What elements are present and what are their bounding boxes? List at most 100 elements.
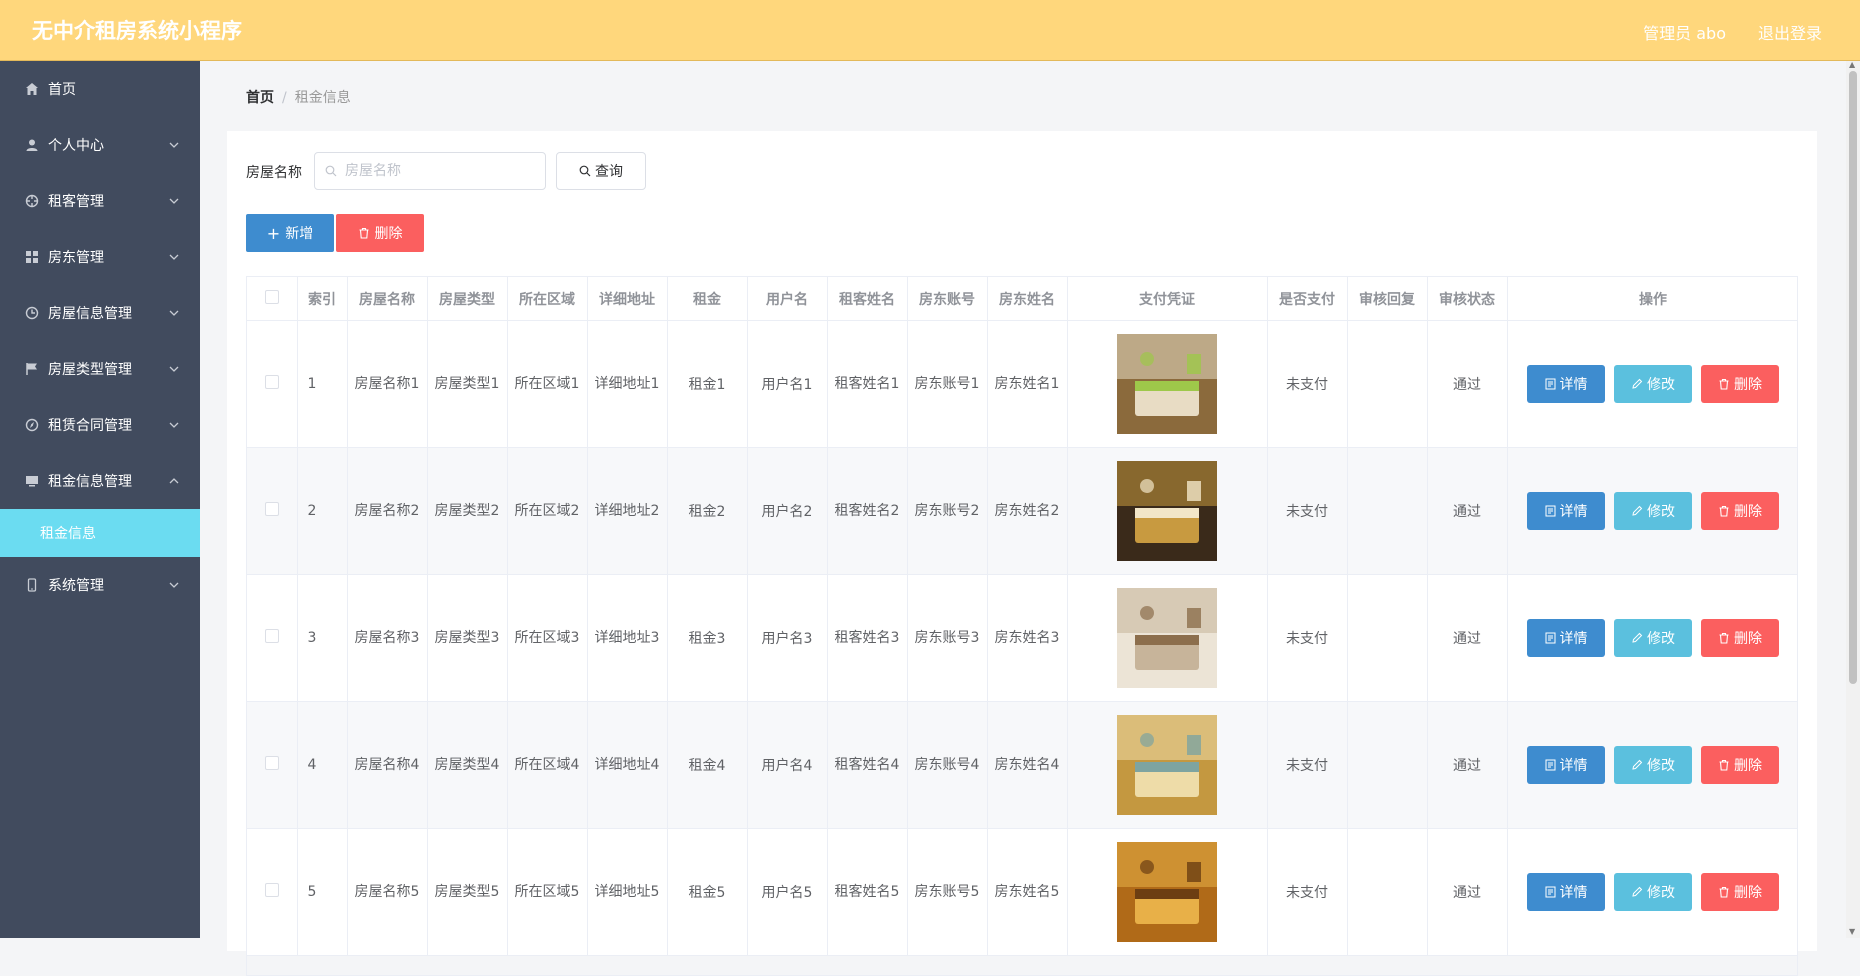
- header-select-all[interactable]: [247, 277, 298, 321]
- row-checkbox[interactable]: [264, 502, 279, 516]
- cell-type: 房屋类型3: [427, 574, 508, 702]
- delete-button[interactable]: 删除: [1701, 746, 1779, 784]
- edit-icon: [1632, 505, 1643, 516]
- cell-status: 通过: [1427, 828, 1508, 956]
- sidebar-item-tenant[interactable]: 租客管理: [0, 173, 200, 229]
- cell-select[interactable]: [247, 574, 298, 702]
- cell-actions: 详情 修改 删除: [1507, 828, 1797, 956]
- edit-button[interactable]: 修改: [1614, 873, 1692, 911]
- payment-proof-image[interactable]: [1117, 334, 1217, 434]
- cell-address: 详细地址3: [587, 574, 668, 702]
- detail-button[interactable]: 详情: [1527, 746, 1605, 784]
- current-user: 管理员 abo: [1643, 24, 1726, 43]
- cell-name: 房屋名称5: [347, 828, 428, 956]
- detail-button[interactable]: 详情: [1527, 365, 1605, 403]
- column-header: 所在区域: [507, 277, 588, 321]
- payment-proof-image[interactable]: [1117, 715, 1217, 815]
- search-input[interactable]: [343, 162, 537, 180]
- payment-proof-image[interactable]: [1117, 461, 1217, 561]
- document-icon: [1545, 886, 1555, 898]
- phone-icon: [24, 577, 40, 593]
- cell-select[interactable]: [247, 701, 298, 829]
- breadcrumb: 首页 / 租金信息: [246, 87, 351, 107]
- sidebar-item-landlord[interactable]: 房东管理: [0, 229, 200, 285]
- table-row: 3 房屋名称3 房屋类型3 所在区域3 详细地址3 租金3 用户名3 租客姓名3 房东账号3 房东…: [247, 574, 1797, 702]
- cell-select[interactable]: [247, 828, 298, 956]
- payment-proof-image[interactable]: [1117, 588, 1217, 688]
- cell-address: 详细地址5: [587, 828, 668, 956]
- delete-button[interactable]: 删除: [1701, 873, 1779, 911]
- edit-button[interactable]: 修改: [1614, 365, 1692, 403]
- cell-type: 房屋类型4: [427, 701, 508, 829]
- sidebar-subitem-rent-info[interactable]: 租金信息: [0, 509, 200, 557]
- table-header-row: 索引 房屋名称 房屋类型 所在区域 详细地址 租金 用户名 租客姓名 房东账号 …: [247, 277, 1797, 321]
- chevron-down-icon: [169, 142, 179, 148]
- chevron-down-icon: [169, 310, 179, 316]
- cell-name: 房屋名称2: [347, 447, 428, 575]
- row-checkbox[interactable]: [264, 883, 279, 897]
- breadcrumb-separator: /: [282, 90, 287, 106]
- row-checkbox[interactable]: [264, 629, 279, 643]
- app-title: 无中介租房系统小程序: [32, 19, 242, 43]
- cell-paid: 未支付: [1267, 574, 1348, 702]
- cell-actions: 详情 修改 删除: [1507, 701, 1797, 829]
- page-scrollbar[interactable]: ▲ ▼: [1846, 61, 1860, 938]
- detail-button[interactable]: 详情: [1527, 619, 1605, 657]
- cell-payment-proof: [1067, 574, 1268, 702]
- sidebar-item-label: 系统管理: [48, 578, 104, 594]
- cell-status: 通过: [1427, 574, 1508, 702]
- edit-button[interactable]: 修改: [1614, 492, 1692, 530]
- cell-type: 房屋类型1: [427, 320, 508, 448]
- monitor-icon: [24, 473, 40, 489]
- query-button[interactable]: 查询: [556, 152, 646, 190]
- scroll-up-icon[interactable]: ▲: [1849, 61, 1857, 69]
- chevron-down-icon: [169, 366, 179, 372]
- row-checkbox[interactable]: [264, 375, 279, 389]
- column-header: 房东姓名: [987, 277, 1068, 321]
- delete-button[interactable]: 删除: [1701, 492, 1779, 530]
- cell-tenant: 租客姓名5: [827, 828, 908, 956]
- edit-button[interactable]: 修改: [1614, 619, 1692, 657]
- detail-button[interactable]: 详情: [1527, 873, 1605, 911]
- add-button[interactable]: + 新增: [246, 214, 334, 252]
- logout-link[interactable]: 退出登录: [1758, 20, 1822, 44]
- breadcrumb-home[interactable]: 首页: [246, 90, 274, 106]
- payment-proof-image[interactable]: [1117, 842, 1217, 942]
- sidebar-item-rent[interactable]: 租金信息管理: [0, 453, 200, 509]
- sidebar-item-system[interactable]: 系统管理: [0, 557, 200, 613]
- document-icon: [1545, 759, 1555, 771]
- delete-button[interactable]: 删除: [1701, 365, 1779, 403]
- search-field[interactable]: [314, 152, 546, 190]
- sidebar-item-label: 租赁合同管理: [48, 418, 132, 434]
- sidebar-item-home[interactable]: 首页: [0, 61, 200, 117]
- column-header: 房屋名称: [347, 277, 428, 321]
- delete-button[interactable]: 删除: [1701, 619, 1779, 657]
- sidebar-item-house-info[interactable]: 房屋信息管理: [0, 285, 200, 341]
- query-button-label: 查询: [595, 164, 623, 180]
- cell-select[interactable]: [247, 320, 298, 448]
- cell-landlord_account: 房东账号4: [907, 701, 988, 829]
- cell-payment-proof: [1067, 447, 1268, 575]
- chevron-down-icon: [169, 254, 179, 260]
- sidebar-item-contract[interactable]: 租赁合同管理: [0, 397, 200, 453]
- edit-icon: [1632, 886, 1643, 897]
- column-header: 租金: [667, 277, 748, 321]
- cell-index: 3: [297, 574, 348, 702]
- row-checkbox[interactable]: [264, 756, 279, 770]
- content-panel: 房屋名称 查询 + 新增 删除: [227, 131, 1817, 976]
- sidebar-item-profile[interactable]: 个人中心: [0, 117, 200, 173]
- cell-address: 详细地址2: [587, 447, 668, 575]
- cell-landlord_account: 房东账号5: [907, 828, 988, 956]
- scroll-down-icon[interactable]: ▼: [1849, 928, 1857, 936]
- detail-button[interactable]: 详情: [1527, 492, 1605, 530]
- table-row: 4 房屋名称4 房屋类型4 所在区域4 详细地址4 租金4 用户名4 租客姓名4 房东账号4 房东…: [247, 701, 1797, 829]
- scroll-thumb[interactable]: [1849, 71, 1857, 684]
- cell-payment-proof: [1067, 828, 1268, 956]
- sidebar-item-label: 首页: [48, 82, 76, 98]
- detail-button-label: 详情: [1559, 377, 1588, 393]
- edit-button[interactable]: 修改: [1614, 746, 1692, 784]
- select-all-checkbox[interactable]: [264, 289, 279, 304]
- bulk-delete-button[interactable]: 删除: [336, 214, 424, 252]
- cell-select[interactable]: [247, 447, 298, 575]
- sidebar-item-house-type[interactable]: 房屋类型管理: [0, 341, 200, 397]
